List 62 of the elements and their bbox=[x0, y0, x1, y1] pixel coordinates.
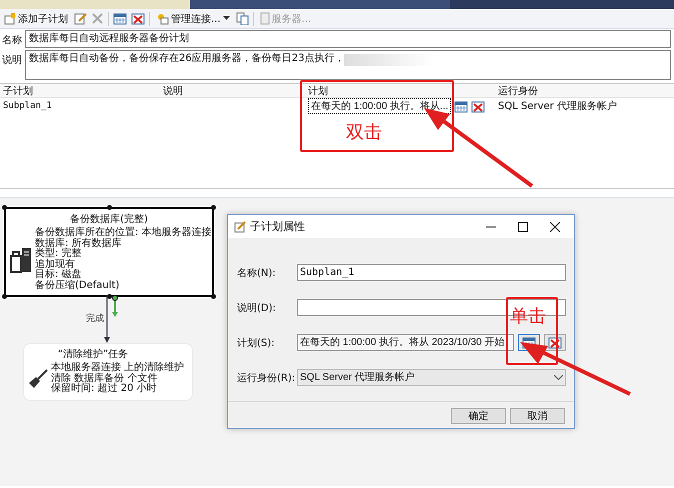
task-detail: 保留时间: 超过 20 小时 bbox=[51, 384, 158, 394]
table-cell-text: SQL Server 代理服务帐户 bbox=[497, 100, 618, 113]
dropdown-caret-icon[interactable] bbox=[222, 16, 230, 21]
calendar-icon[interactable] bbox=[113, 12, 127, 25]
name-field[interactable]: 数据库每日自动远程服务器备份计划 bbox=[25, 30, 671, 48]
connector-arrow bbox=[105, 295, 121, 345]
resize-handle[interactable] bbox=[2, 205, 7, 210]
resize-handle[interactable] bbox=[211, 294, 216, 299]
dialog-title: 子计划属性 bbox=[250, 219, 305, 234]
calendar-icon[interactable] bbox=[454, 100, 468, 112]
column-header: 说明 bbox=[162, 85, 184, 98]
backup-task-node[interactable]: 备份数据库(完整) 备份数据库所在的位置: 本地服务器连接 数据库: 所有数据库 类型: 完整 追加现有 目标: 磁盘 备份压缩(Default) bbox=[4, 207, 214, 297]
chevron-down-icon bbox=[554, 375, 563, 380]
description-label: 说明 bbox=[2, 54, 22, 67]
task-detail: 目标: 磁盘 bbox=[35, 270, 83, 280]
task-detail: 清除 数据库备份 个文件 bbox=[51, 374, 158, 384]
broom-icon bbox=[28, 368, 48, 389]
resize-handle[interactable] bbox=[107, 205, 112, 210]
schedule-field[interactable]: 在每天的 1:00:00 执行。将从 2023/10/30 开始 bbox=[297, 334, 514, 351]
task-detail: 本地服务器连接 上的清除维护 bbox=[51, 363, 184, 373]
column-header: 运行身份 bbox=[497, 84, 539, 98]
run-as-dropdown[interactable]: SQL Server 代理服务帐户 bbox=[297, 369, 566, 386]
add-subplan-button[interactable]: 添加子计划 bbox=[2, 10, 70, 27]
highlight-frame bbox=[506, 297, 558, 365]
calendar-remove-icon[interactable] bbox=[131, 12, 145, 25]
text-field[interactable]: Subplan_1 bbox=[297, 264, 566, 281]
column-header: 计划 bbox=[307, 84, 329, 98]
field-label: 计划(S): bbox=[237, 336, 276, 350]
edit-icon[interactable] bbox=[74, 12, 87, 25]
annotation-label: 双击 bbox=[346, 121, 382, 144]
name-label: 名称 bbox=[2, 34, 22, 47]
field-label: 说明(D): bbox=[237, 302, 277, 314]
task-detail: 备份数据库所在的位置: 本地服务器连接 bbox=[35, 228, 212, 238]
field-label: 运行身份(R): bbox=[237, 372, 293, 384]
dialog-button[interactable]: 确定 bbox=[451, 408, 506, 424]
task-detail: 追加现有 bbox=[35, 260, 75, 270]
dialog-button[interactable]: 取消 bbox=[510, 408, 565, 424]
annotation-label: 单击 bbox=[510, 305, 546, 328]
cleanup-task-node[interactable]: “清除维护”任务 本地服务器连接 上的清除维护 清除 数据库备份 个文件 保留时间: 超过 20 小时 bbox=[24, 344, 192, 400]
maximize-icon[interactable] bbox=[518, 222, 528, 232]
task-title: 备份数据库(完整) bbox=[69, 212, 149, 226]
resize-handle[interactable] bbox=[2, 294, 7, 299]
column-header: 子计划 bbox=[2, 84, 34, 98]
connection-icon[interactable] bbox=[156, 12, 169, 25]
field-label: 名称(N): bbox=[237, 266, 277, 280]
copy-icon[interactable] bbox=[236, 12, 249, 25]
resize-handle[interactable] bbox=[211, 205, 216, 210]
table-cell-text: Subplan_1 bbox=[2, 101, 53, 111]
manage-connections-button[interactable]: 管理连接... bbox=[154, 10, 232, 27]
resize-handle[interactable] bbox=[107, 294, 112, 299]
database-server-icon bbox=[10, 246, 32, 274]
description-text: 数据库每日自动备份，备份保存在26应用服务器，备份每日23点执行， bbox=[29, 52, 344, 66]
task-detail: 数据库: 所有数据库 bbox=[35, 238, 123, 248]
description-field[interactable]: 数据库每日自动备份，备份保存在26应用服务器，备份每日23点执行， bbox=[25, 50, 671, 80]
task-detail: 类型: 完整 bbox=[35, 249, 83, 259]
close-icon[interactable] bbox=[550, 222, 560, 232]
properties-icon bbox=[234, 220, 246, 232]
task-title: “清除维护”任务 bbox=[56, 348, 130, 361]
task-detail: 备份压缩(Default) bbox=[35, 280, 120, 291]
calendar-remove-icon[interactable] bbox=[471, 100, 486, 112]
add-subplan-icon[interactable] bbox=[4, 12, 16, 24]
connector-label: 完成 bbox=[86, 312, 104, 325]
